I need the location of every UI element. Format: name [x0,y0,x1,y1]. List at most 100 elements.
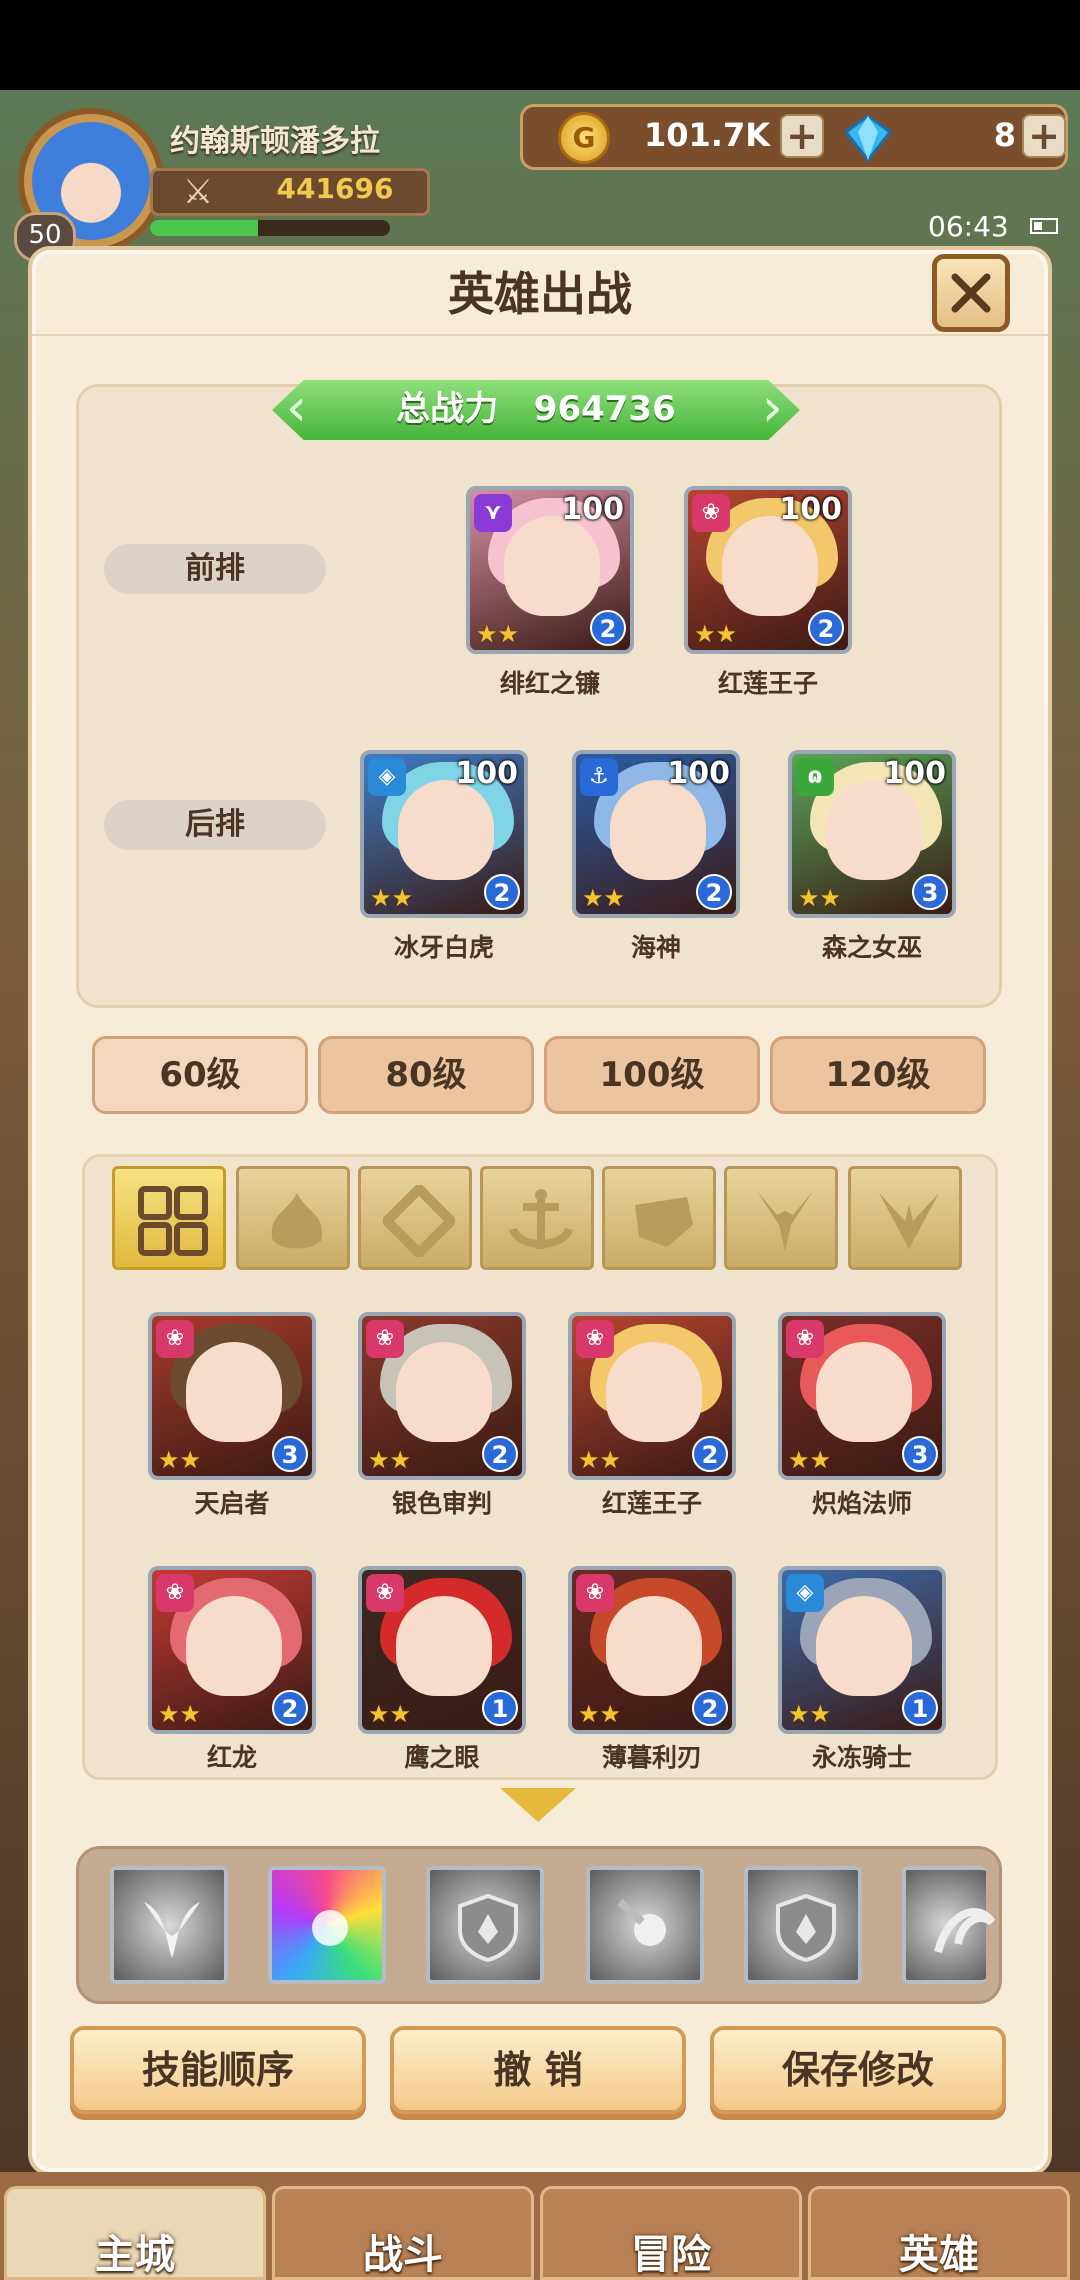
battery-icon [1030,218,1058,234]
tier-button-100[interactable]: 100级 [544,1036,760,1114]
skill-slot[interactable] [586,1866,704,1984]
front-row-label: 前排 [104,544,326,594]
hero-level: 100 [455,756,518,791]
add-gold-button[interactable]: + [780,114,824,158]
hero-rank-badge: 2 [692,1436,728,1472]
element-red-icon: ❀ [366,1320,404,1358]
total-power-banner: 总战力 964736 [272,380,800,440]
total-power-label: 总战力 [396,389,499,429]
hero-stars: ★★ [476,620,520,648]
flame-icon [271,1193,323,1249]
filter-button-diamond[interactable] [358,1166,472,1270]
hero-rank-badge: 2 [692,1690,728,1726]
hero-name: 红莲王子 [717,669,818,698]
wing-icon [879,1193,939,1249]
hero-portrait-face [396,1342,492,1442]
shield-icon [776,1893,836,1963]
hero-stars: ★★ [694,620,738,648]
total-power-value: 964736 [533,389,676,429]
back-row-label: 后排 [104,800,326,850]
hero-portrait-face [606,1342,702,1442]
player-name: 约翰斯顿潘多拉 [170,124,380,159]
hero-name: 银色审判 [391,1489,492,1518]
hero-card[interactable]: ❀ ★★ 2 [568,1566,736,1734]
hero-rank-badge: 3 [912,874,948,910]
hero-portrait-face [398,780,494,880]
hero-name: 鹰之眼 [404,1743,480,1772]
diamond-icon [383,1185,455,1257]
skill-order-button[interactable]: 技能顺序 [70,2026,366,2114]
hero-rank-badge: 3 [902,1436,938,1472]
horns-icon [757,1191,813,1251]
anchor-icon [509,1189,573,1249]
tier-button-60[interactable]: 60级 [92,1036,308,1114]
hero-stars: ★★ [158,1700,202,1728]
filter-button-flame[interactable] [236,1166,350,1270]
hero-card[interactable]: ⋎ 100 ★★ 2 [466,486,634,654]
skill-slot[interactable] [110,1866,228,1984]
hero-card[interactable]: ⚓ 100 ★★ 2 [572,750,740,918]
hero-card[interactable]: ❀ ★★ 1 [358,1566,526,1734]
hero-portrait-face [606,1596,702,1696]
filter-button-beast[interactable] [602,1166,716,1270]
element-purple-icon: ⋎ [474,494,512,532]
hero-card[interactable]: ◈ 100 ★★ 2 [360,750,528,918]
skill-slot[interactable] [744,1866,862,1984]
gold-amount: 101.7K [643,116,770,154]
banner-left-arrow-icon: ‹ [286,378,307,438]
element-blue-icon: ◈ [368,758,406,796]
filter-button-anchor[interactable] [480,1166,594,1270]
hero-card[interactable]: ❀ ★★ 3 [778,1312,946,1480]
hero-card[interactable]: ❀ ★★ 2 [568,1312,736,1480]
hero-card[interactable]: ❀ ★★ 2 [148,1566,316,1734]
filter-button-wing[interactable] [848,1166,962,1270]
nav-label-adventure: 冒险 [631,2232,711,2278]
hero-name: 森之女巫 [821,933,922,962]
swirl-icon [934,1908,996,1954]
skill-slot[interactable] [426,1866,544,1984]
hero-stars: ★★ [788,1700,832,1728]
hero-rank-badge: 1 [902,1690,938,1726]
hero-rank-badge: 3 [272,1436,308,1472]
hero-name: 永冻骑士 [811,1743,912,1772]
element-red-icon: ❀ [576,1574,614,1612]
player-power: 441696 [276,172,394,205]
hero-stars: ★★ [368,1446,412,1474]
clock-time: 06:43 [928,210,1009,243]
hero-level: 100 [779,492,842,527]
hero-card[interactable]: ❀ ★★ 3 [148,1312,316,1480]
filter-button-grid[interactable] [112,1166,226,1270]
nav-label-main-city: 主城 [95,2232,175,2278]
burst-icon [312,1910,348,1946]
scroll-down-arrow-icon[interactable] [500,1788,576,1822]
cancel-button[interactable]: 撤 销 [390,2026,686,2114]
skill-slot[interactable] [268,1866,386,1984]
add-gem-button[interactable]: + [1022,114,1066,158]
hero-card[interactable]: ❀ 100 ★★ 2 [684,486,852,654]
orb-icon [617,1899,666,1946]
gem-amount: 8 [993,116,1016,154]
tier-button-120[interactable]: 120级 [770,1036,986,1114]
save-changes-button[interactable]: 保存修改 [710,2026,1006,2114]
beast-icon [635,1197,693,1247]
hero-portrait-face [610,780,706,880]
crossed-swords-icon: ⚔ [182,172,214,212]
close-button[interactable] [932,254,1010,332]
hero-stars: ★★ [158,1446,202,1474]
hero-portrait-face [396,1596,492,1696]
tier-button-80[interactable]: 80级 [318,1036,534,1114]
skill-slot[interactable] [902,1866,996,1984]
hero-rank-badge: 2 [272,1690,308,1726]
filter-button-horns[interactable] [724,1166,838,1270]
hero-card[interactable]: ◈ ★★ 1 [778,1566,946,1734]
shield-icon [458,1893,518,1963]
hero-level: 100 [883,756,946,791]
hero-card[interactable]: ❀ ★★ 2 [358,1312,526,1480]
hero-rank-badge: 2 [808,610,844,646]
nav-label-heroes: 英雄 [899,2232,979,2278]
hero-name: 海神 [630,933,681,962]
hero-rank-badge: 2 [590,610,626,646]
hero-card[interactable]: ɷ 100 ★★ 3 [788,750,956,918]
hero-portrait-face [186,1342,282,1442]
hero-rank-badge: 2 [482,1436,518,1472]
